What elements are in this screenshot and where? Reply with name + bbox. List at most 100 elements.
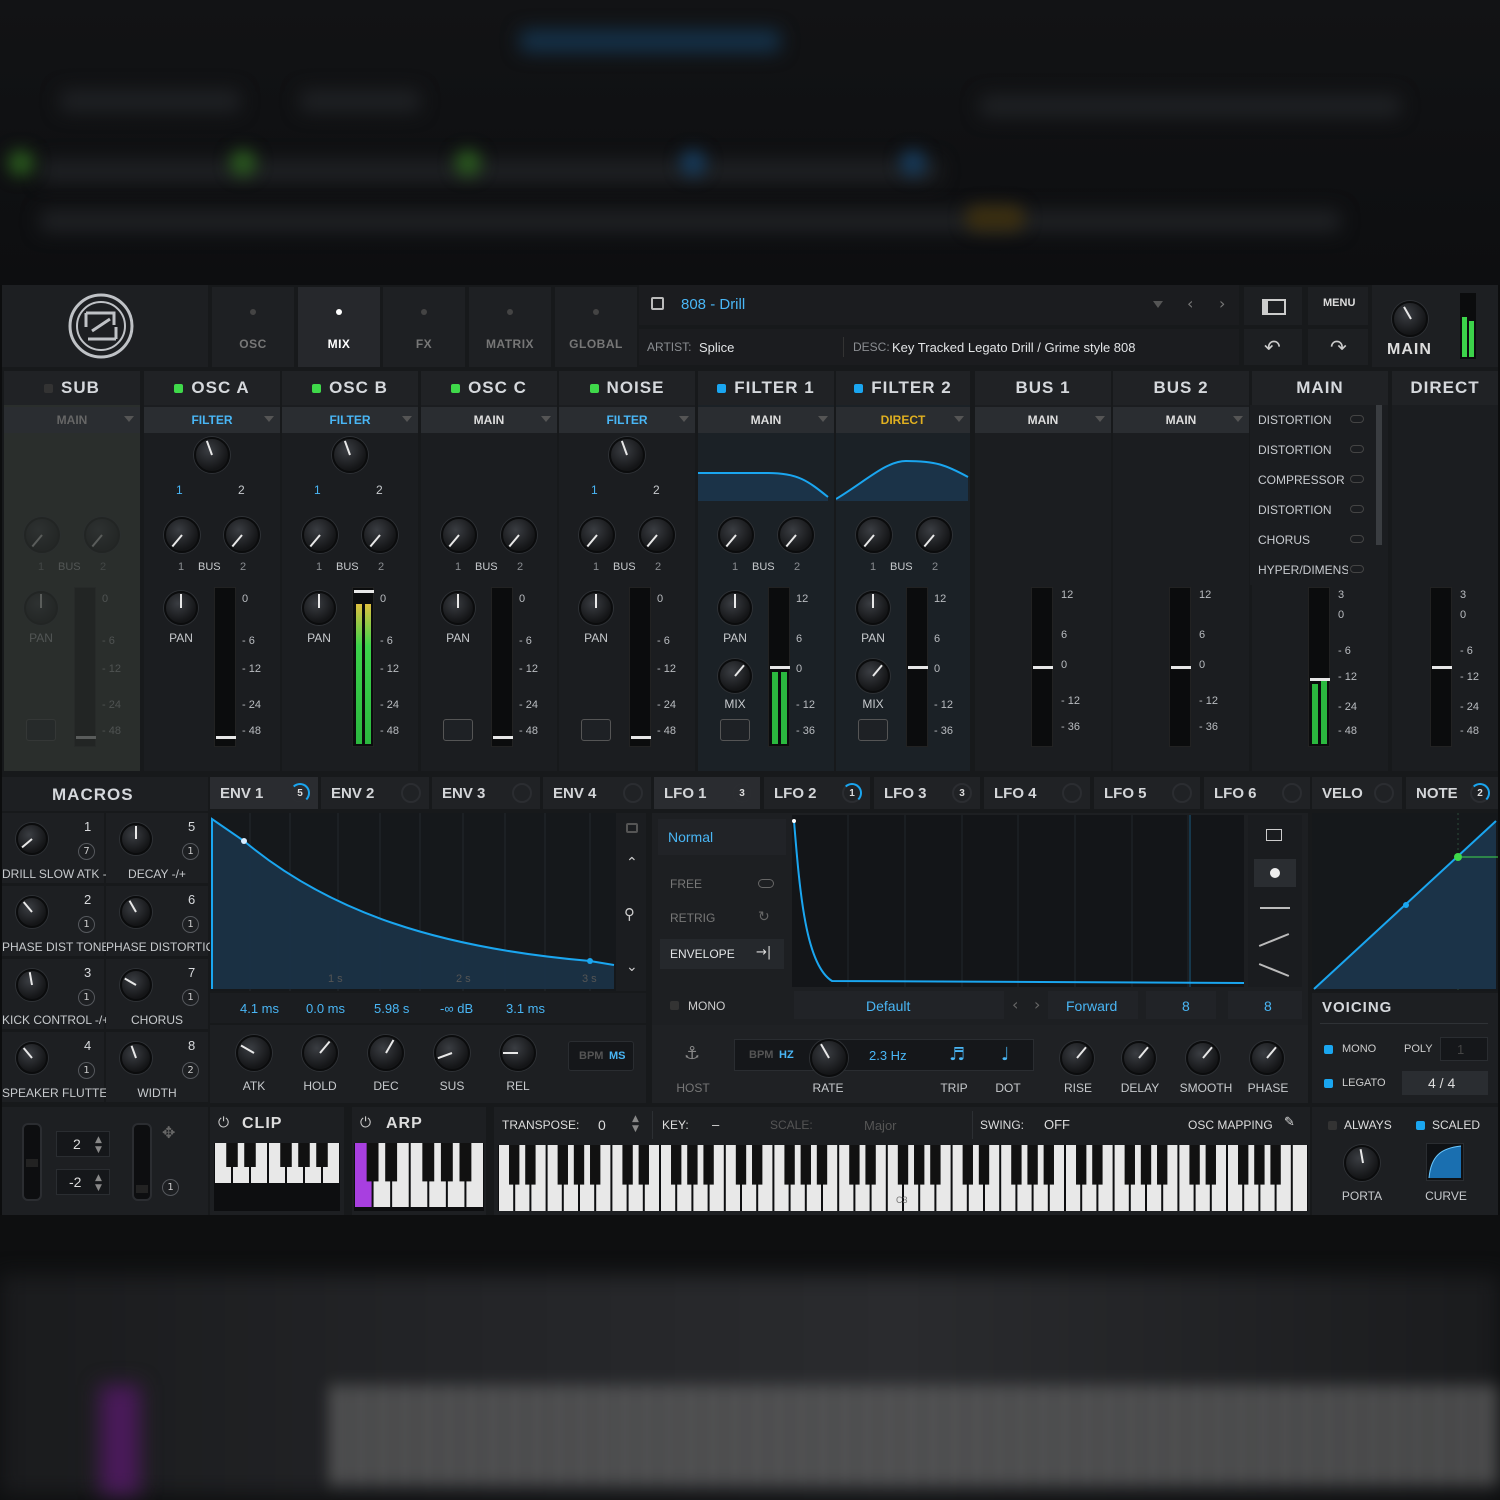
macro-mod-count[interactable]: 1 (78, 1062, 95, 1079)
black-key[interactable] (1254, 1145, 1265, 1185)
volume-fader-handle[interactable] (1432, 666, 1452, 669)
envelope-shape-icon[interactable] (858, 719, 888, 741)
black-key[interactable] (366, 1143, 379, 1182)
volume-fader-handle[interactable] (1310, 678, 1330, 681)
host-anchor-icon[interactable]: ⚓ (684, 1043, 700, 1064)
channel-header[interactable]: OSC C (421, 371, 557, 405)
bus-send-1-knob[interactable] (24, 517, 60, 553)
black-key[interactable] (638, 1145, 649, 1185)
black-key[interactable] (849, 1145, 860, 1185)
mix-knob[interactable] (856, 659, 890, 693)
fx-chain-item[interactable]: COMPRESSOR (1250, 465, 1376, 495)
volume-fader-handle[interactable] (631, 736, 651, 739)
preset-browser-button[interactable] (1244, 287, 1302, 325)
mix-knob[interactable] (718, 659, 752, 693)
macro-4-knob[interactable] (16, 1042, 48, 1074)
lfo-rate-value[interactable]: 2.3 Hz (869, 1048, 907, 1063)
bus-send-2-knob[interactable] (916, 517, 952, 553)
porta-knob[interactable] (1344, 1145, 1380, 1181)
output-route-select[interactable]: FILTER (144, 407, 280, 433)
scaled-led[interactable] (1416, 1121, 1425, 1130)
main-keyboard[interactable]: C3 (498, 1145, 1308, 1211)
bus-send-2-knob[interactable] (501, 517, 537, 553)
channel-enable-led[interactable] (174, 383, 184, 393)
black-key[interactable] (897, 1145, 909, 1185)
volume-fader-handle[interactable] (354, 590, 374, 593)
tab-env-1[interactable]: ENV 1 5 (210, 777, 318, 809)
black-key[interactable] (385, 1143, 398, 1182)
envelope-shape-icon[interactable] (581, 719, 611, 741)
bus-send-2-knob[interactable] (224, 517, 260, 553)
tab-env-3[interactable]: ENV 3 (432, 777, 540, 809)
black-key[interactable] (1076, 1145, 1087, 1185)
channel-enable-led[interactable] (451, 383, 461, 393)
black-key[interactable] (784, 1145, 795, 1185)
always-led[interactable] (1328, 1121, 1337, 1130)
black-key[interactable] (590, 1145, 601, 1185)
macro-mod-count[interactable]: 2 (182, 1062, 199, 1079)
macro-mod-count[interactable]: 1 (182, 989, 199, 1006)
lfo-bpm-hz-toggle[interactable]: BPM HZ 2.3 Hz ♬ ♩ (734, 1039, 1034, 1071)
fx-enable-icon[interactable] (1350, 475, 1364, 483)
lfo-phase-knob[interactable] (1250, 1041, 1284, 1075)
macro-2-knob[interactable] (16, 896, 48, 928)
move-icon[interactable]: ✥ (162, 1123, 175, 1142)
channel-enable-led[interactable] (589, 383, 599, 393)
fx-enable-icon[interactable] (1350, 445, 1364, 453)
pencil-icon[interactable]: ✎ (1284, 1115, 1295, 1130)
macro-label[interactable]: DRILL SLOW ATK - (2, 867, 107, 881)
preset-bar[interactable]: 808 - Drill ‹ › (639, 285, 1239, 325)
filter-balance-knob[interactable] (332, 437, 368, 473)
bus-send-2-knob[interactable] (84, 517, 120, 553)
flat-line-tool[interactable] (1260, 907, 1290, 909)
shape-prev-button[interactable]: ‹ (1012, 995, 1018, 1014)
velocity-curve-graph[interactable] (1312, 813, 1498, 991)
black-key[interactable] (687, 1145, 698, 1185)
volume-fader-handle[interactable] (908, 666, 928, 669)
tab-env-2[interactable]: ENV 2 (321, 777, 429, 809)
lfo-grid-y[interactable]: 8 (1228, 991, 1302, 1019)
bus-send-1-knob[interactable] (579, 517, 615, 553)
zoom-search-icon[interactable]: ⚲ (624, 905, 635, 923)
pan-knob[interactable] (441, 591, 475, 625)
fx-enable-icon[interactable] (1350, 535, 1364, 543)
macro-8-knob[interactable] (120, 1042, 152, 1074)
volume-fader-handle[interactable] (770, 666, 790, 669)
channel-header[interactable]: BUS 1 (975, 371, 1111, 405)
output-route-select[interactable]: FILTER (559, 407, 695, 433)
output-route-select[interactable]: MAIN (1113, 407, 1249, 433)
bpm-ms-toggle[interactable]: BPM MS (568, 1041, 634, 1071)
main-volume-knob[interactable] (1392, 301, 1428, 337)
shape-next-button[interactable]: › (1034, 995, 1040, 1014)
macro-6-knob[interactable] (120, 896, 152, 928)
black-key[interactable] (244, 1143, 256, 1167)
next-preset-button[interactable]: › (1219, 294, 1225, 313)
black-key[interactable] (930, 1145, 941, 1185)
tab-velo[interactable]: VELO (1312, 777, 1402, 809)
preset-dropdown-icon[interactable] (1153, 301, 1163, 308)
tab-lfo-4[interactable]: LFO 4 (984, 777, 1090, 809)
rise-line-tool[interactable] (1258, 933, 1290, 947)
lfo-rise-knob[interactable] (1060, 1041, 1094, 1075)
point-tool[interactable] (1254, 859, 1296, 887)
envelope-shape-icon[interactable] (720, 719, 750, 741)
black-key[interactable] (298, 1143, 310, 1167)
black-key[interactable] (671, 1145, 682, 1185)
tab-lfo-3[interactable]: LFO 3 3 (874, 777, 980, 809)
black-key[interactable] (1189, 1145, 1200, 1185)
channel-header[interactable]: MAIN (1252, 371, 1388, 405)
osc-mapping-button[interactable]: OSC MAPPING (1188, 1118, 1273, 1132)
lfo-shape-select[interactable]: Default (794, 991, 1004, 1019)
macro-7-knob[interactable] (120, 969, 152, 1001)
filter-balance-knob[interactable] (609, 437, 645, 473)
black-key[interactable] (1092, 1145, 1103, 1185)
pan-knob[interactable] (164, 591, 198, 625)
output-route-select[interactable]: DIRECT (836, 407, 970, 433)
channel-header[interactable]: FILTER 1 (698, 371, 834, 405)
tab-matrix[interactable]: MATRIX (469, 287, 551, 367)
black-key[interactable] (316, 1143, 328, 1167)
black-key[interactable] (816, 1145, 828, 1185)
lfo-mono-toggle[interactable]: MONO (660, 993, 790, 1019)
black-key[interactable] (525, 1145, 536, 1185)
env-rel-knob[interactable] (500, 1035, 536, 1071)
